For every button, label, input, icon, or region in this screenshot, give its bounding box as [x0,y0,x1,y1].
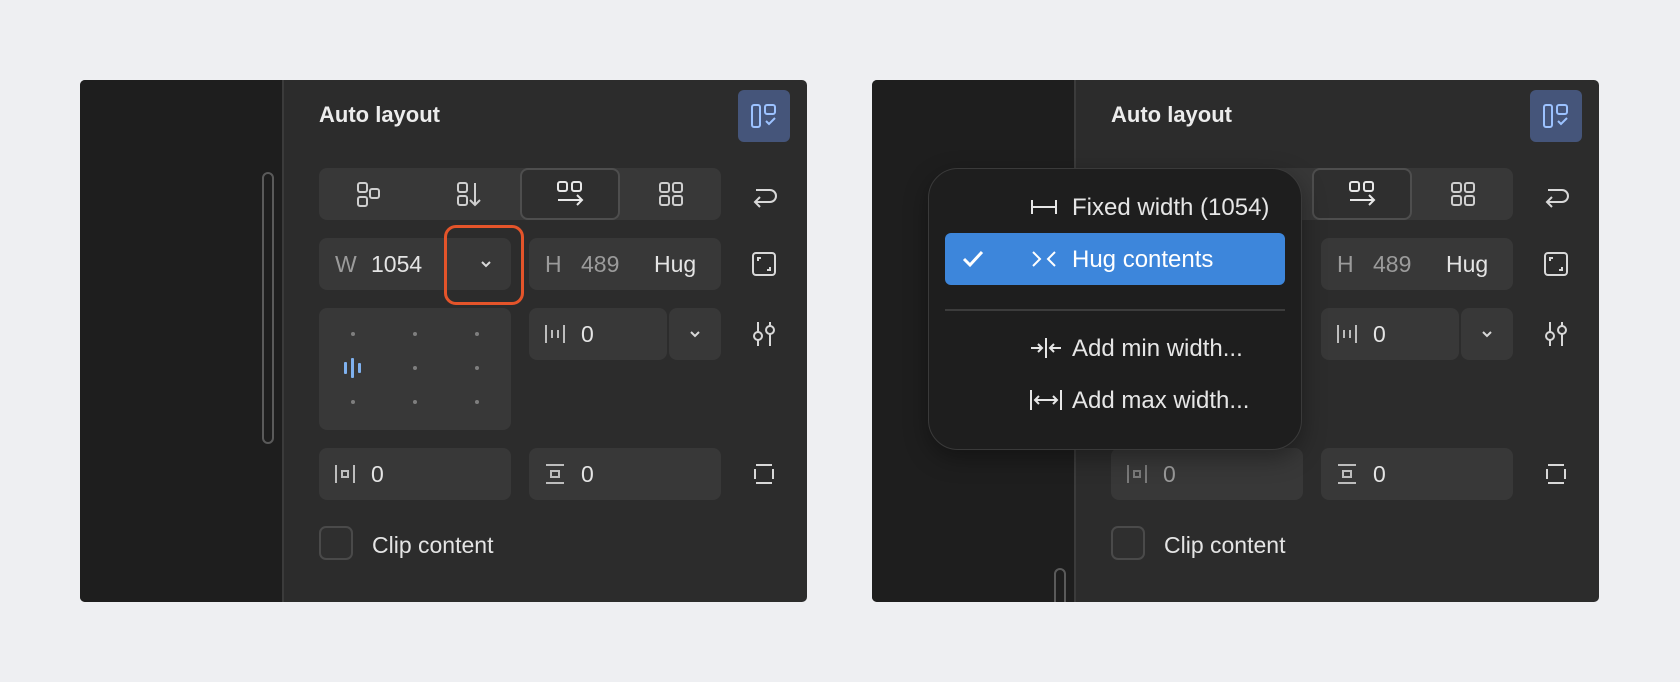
max-width-icon [1030,390,1062,410]
gap-dropdown[interactable] [1461,308,1513,360]
height-field[interactable]: H 489 Hug [1321,238,1513,290]
horizontal-direction-icon [557,181,584,206]
menu-item-add-max-width[interactable]: Add max width... [945,374,1285,426]
wrap-icon[interactable] [1540,178,1572,210]
padding-horizontal-field[interactable]: 0 [319,448,511,500]
vertical-option[interactable] [419,168,519,220]
alignment-selected-icon [344,358,361,378]
grid-icon [1451,182,1475,206]
vertical-direction-icon [457,182,481,207]
width-value[interactable]: 1054 [371,251,422,278]
menu-item-fixed-width[interactable]: Fixed width (1054) [945,181,1285,233]
padding-horizontal-value[interactable]: 0 [371,461,384,488]
direction-segmented-control [319,168,721,220]
check-icon [962,250,984,268]
min-width-icon [1031,338,1061,358]
height-label: H [1337,251,1354,277]
freeform-icon [357,182,380,207]
gap-field[interactable]: 0 [1321,308,1459,360]
chevron-down-icon [1482,331,1492,338]
gap-value[interactable]: 0 [581,321,594,348]
menu-item-label: Hug contents [1072,246,1214,273]
height-field[interactable]: H 489 Hug [529,238,721,290]
height-value[interactable]: 489 [1373,251,1411,278]
horizontal-direction-icon [1349,181,1376,206]
clip-content-label: Clip content [372,532,494,558]
layout-toggle-icon [1543,104,1568,128]
hug-contents-icon [1032,251,1056,267]
grid-option[interactable] [1413,168,1513,220]
properties-panel-left: Auto layout W 1054 H 489 Hug 0 0 0 Clip … [80,80,807,602]
padding-vertical-field[interactable]: 0 [1321,448,1513,500]
padding-horizontal-icon [1127,465,1147,483]
clip-content-checkbox[interactable] [319,526,353,560]
resize-icon[interactable] [1540,248,1572,280]
padding-horizontal-field[interactable]: 0 [1111,448,1303,500]
menu-item-hug-contents[interactable]: Hug contents [945,233,1285,285]
gap-icon [1337,325,1357,343]
width-sizing-menu: Fixed width (1054) Hug contents Add min … [928,168,1302,450]
menu-item-label: Add min width... [1072,335,1243,362]
grid-icon [659,182,683,206]
alignment-grid[interactable] [319,308,511,430]
height-label: H [545,251,562,277]
freeform-option[interactable] [319,168,419,220]
layout-toggle-button[interactable] [1530,90,1582,142]
layout-toggle-button[interactable] [738,90,790,142]
padding-horizontal-icon [335,465,355,483]
wrap-icon[interactable] [748,178,780,210]
padding-vertical-icon [546,464,564,484]
menu-item-label: Add max width... [1072,387,1250,414]
menu-item-label: Fixed width (1054) [1072,194,1270,221]
padding-vertical-value[interactable]: 0 [581,461,594,488]
height-value[interactable]: 489 [581,251,619,278]
dropdown-highlight [444,225,524,305]
settings-icon[interactable] [748,318,780,350]
gap-field[interactable]: 0 [529,308,667,360]
gap-icon [545,325,565,343]
grid-option[interactable] [621,168,721,220]
canvas-strip [80,80,284,602]
settings-icon[interactable] [1540,318,1572,350]
layout-toggle-icon [751,104,776,128]
section-title: Auto layout [319,102,440,127]
gap-dropdown[interactable] [669,308,721,360]
height-mode[interactable]: Hug [1446,251,1488,278]
clip-icon[interactable] [748,458,780,490]
padding-vertical-icon [1338,464,1356,484]
padding-vertical-value[interactable]: 0 [1373,461,1386,488]
width-label: W [335,251,357,277]
scrollbar[interactable] [1054,568,1066,602]
padding-horizontal-value[interactable]: 0 [1163,461,1176,488]
menu-item-add-min-width[interactable]: Add min width... [945,322,1285,374]
gap-value[interactable]: 0 [1373,321,1386,348]
menu-separator [945,309,1285,311]
scrollbar[interactable] [262,172,274,444]
horizontal-option[interactable] [520,168,620,220]
clip-icon[interactable] [1540,458,1572,490]
padding-vertical-field[interactable]: 0 [529,448,721,500]
section-title: Auto layout [1111,102,1232,127]
clip-content-label: Clip content [1164,532,1286,558]
horizontal-option[interactable] [1312,168,1412,220]
fixed-width-icon [1031,200,1057,214]
resize-icon[interactable] [748,248,780,280]
chevron-down-icon [690,331,700,338]
height-mode[interactable]: Hug [654,251,696,278]
clip-content-checkbox[interactable] [1111,526,1145,560]
